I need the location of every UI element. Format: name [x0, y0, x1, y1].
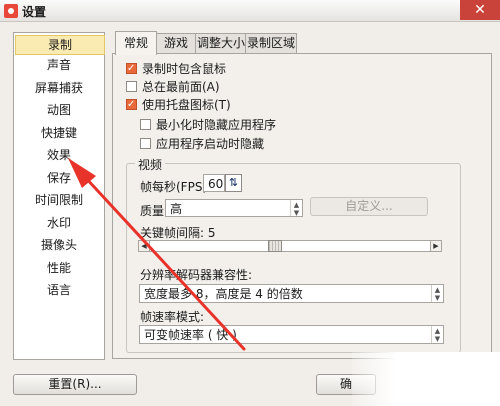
blurred-corner-overlay [352, 352, 500, 406]
custom-quality-button[interactable]: 自定义... [310, 197, 428, 216]
always-on-top-checkbox[interactable] [126, 81, 137, 92]
keyframe-interval-label: 关键帧间隔: 5 [140, 226, 216, 240]
resolution-compat-value: 宽度最多 8，高度是 4 的倍数 [144, 287, 303, 301]
slider-left-arrow-icon[interactable]: ◀ [138, 240, 150, 252]
slider-right-arrow-icon[interactable]: ▶ [430, 240, 442, 252]
video-group-title: 视频 [135, 156, 166, 173]
hide-on-start-checkbox[interactable] [140, 138, 151, 149]
sidebar-item-webcam[interactable]: 摄像头 [15, 236, 103, 254]
stepper-arrows-icon[interactable]: ⇅ [225, 174, 242, 192]
framerate-mode-label: 帧速率模式: [140, 310, 205, 324]
sidebar-item-save[interactable]: 保存 [15, 169, 103, 187]
sidebar-item-hotkeys[interactable]: 快捷键 [15, 124, 103, 142]
sidebar-item-gif[interactable]: 动图 [15, 101, 103, 119]
title-bar [0, 0, 500, 22]
spin-arrows-icon: ▲ ▼ [290, 200, 302, 217]
framerate-mode-select[interactable]: 可变帧速率 ( 快 ) ▲ ▼ [139, 325, 444, 344]
tab-game[interactable]: 游戏 [155, 33, 197, 54]
keyframe-slider[interactable] [138, 240, 442, 252]
include-cursor-checkbox[interactable] [126, 61, 137, 77]
sidebar-item-effects[interactable]: 效果 [15, 146, 103, 164]
tray-icon-checkbox[interactable] [126, 97, 137, 113]
sidebar-item-language[interactable]: 语言 [15, 281, 103, 299]
fps-input[interactable]: 60 [203, 174, 225, 192]
sidebar-item-record[interactable]: 录制 [15, 35, 105, 55]
sidebar-item-time-limit[interactable]: 时间限制 [15, 191, 103, 209]
app-icon [4, 4, 18, 18]
hide-on-minimize-checkbox[interactable] [140, 119, 151, 130]
window-title: 设置 [22, 5, 47, 19]
quality-label: 质量: [140, 204, 169, 218]
sidebar-item-screen-capture[interactable]: 屏幕捕获 [15, 79, 103, 97]
sidebar-item-watermark[interactable]: 水印 [15, 214, 103, 232]
settings-sidebar: 录制 声音 屏幕捕获 动图 快捷键 效果 保存 时间限制 水印 摄像头 性能 语… [13, 32, 105, 360]
tab-resize[interactable]: 调整大小 [195, 33, 247, 54]
resolution-compat-label: 分辨率解码器兼容性: [140, 268, 253, 282]
reset-button[interactable]: 重置(R)... [13, 374, 137, 395]
quality-value: 高 [170, 202, 183, 216]
quality-select[interactable]: 高 ▲ ▼ [165, 199, 303, 217]
resolution-compat-select[interactable]: 宽度最多 8，高度是 4 的倍数 ▲ ▼ [139, 284, 444, 303]
framerate-mode-value: 可变帧速率 ( 快 ) [144, 328, 237, 342]
spin-arrows-icon: ▲ ▼ [431, 326, 443, 343]
spin-arrows-icon: ▲ ▼ [431, 285, 443, 302]
tab-general[interactable]: 常规 [115, 31, 157, 55]
sidebar-item-performance[interactable]: 性能 [15, 259, 103, 277]
slider-thumb[interactable] [268, 240, 282, 252]
sidebar-item-sound[interactable]: 声音 [15, 56, 103, 74]
tab-record-area[interactable]: 录制区域 [245, 33, 297, 54]
close-button[interactable]: ✕ [460, 0, 500, 20]
